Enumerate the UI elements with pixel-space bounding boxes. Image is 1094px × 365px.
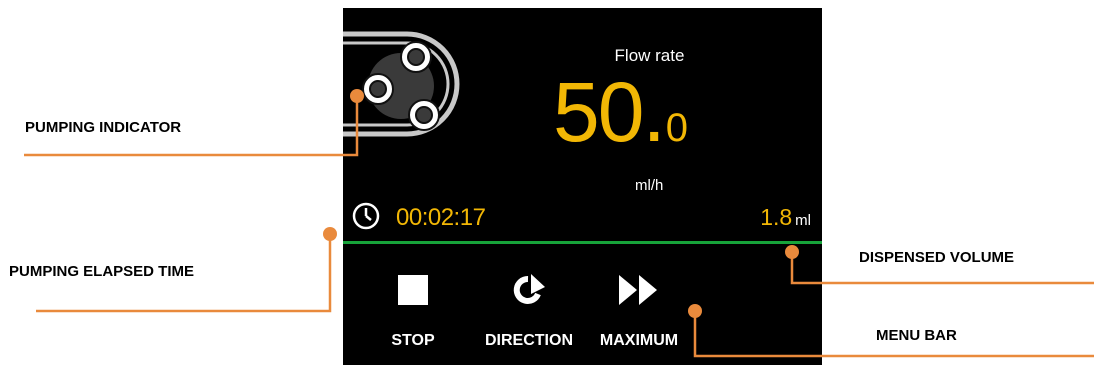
dispensed-volume: 1.8 ml bbox=[760, 204, 811, 231]
stop-label: STOP bbox=[391, 332, 435, 349]
callout-pumping-elapsed-time: PUMPING ELAPSED TIME bbox=[9, 263, 195, 280]
maximum-button[interactable]: MAXIMUM bbox=[579, 265, 699, 350]
direction-button[interactable]: DIRECTION bbox=[469, 265, 589, 350]
volume-unit: ml bbox=[795, 212, 811, 229]
direction-label: DIRECTION bbox=[485, 332, 573, 349]
fast-forward-icon bbox=[619, 265, 659, 315]
volume-value: 1.8 bbox=[760, 204, 793, 230]
flow-rate-value: 50.0 bbox=[553, 70, 688, 154]
elapsed-time: 00:02:17 bbox=[396, 204, 486, 231]
maximum-label: MAXIMUM bbox=[599, 332, 679, 349]
clock-icon bbox=[352, 202, 380, 230]
callout-dot-elapsed-time bbox=[323, 227, 337, 241]
callout-pumping-indicator: PUMPING INDICATOR bbox=[25, 119, 182, 136]
flow-rate-unit: ml/h bbox=[635, 177, 664, 194]
flow-rate-decimal: 0 bbox=[665, 106, 689, 150]
callout-menu-bar: MENU BAR bbox=[876, 327, 957, 344]
divider-line bbox=[343, 241, 822, 244]
stop-square-icon bbox=[398, 265, 428, 315]
rotate-arrow-icon bbox=[511, 265, 547, 315]
stop-button[interactable]: STOP bbox=[363, 265, 463, 350]
flow-rate-label: Flow rate bbox=[614, 46, 685, 65]
flow-rate-integer: 50 bbox=[553, 65, 644, 159]
callout-dispensed-volume: DISPENSED VOLUME bbox=[859, 249, 1015, 266]
flow-rate-decimal-point: . bbox=[642, 65, 666, 159]
pump-display-screen: Flow rate 50.0 ml/h 00:02:17 1.8 ml STOP … bbox=[343, 8, 822, 365]
